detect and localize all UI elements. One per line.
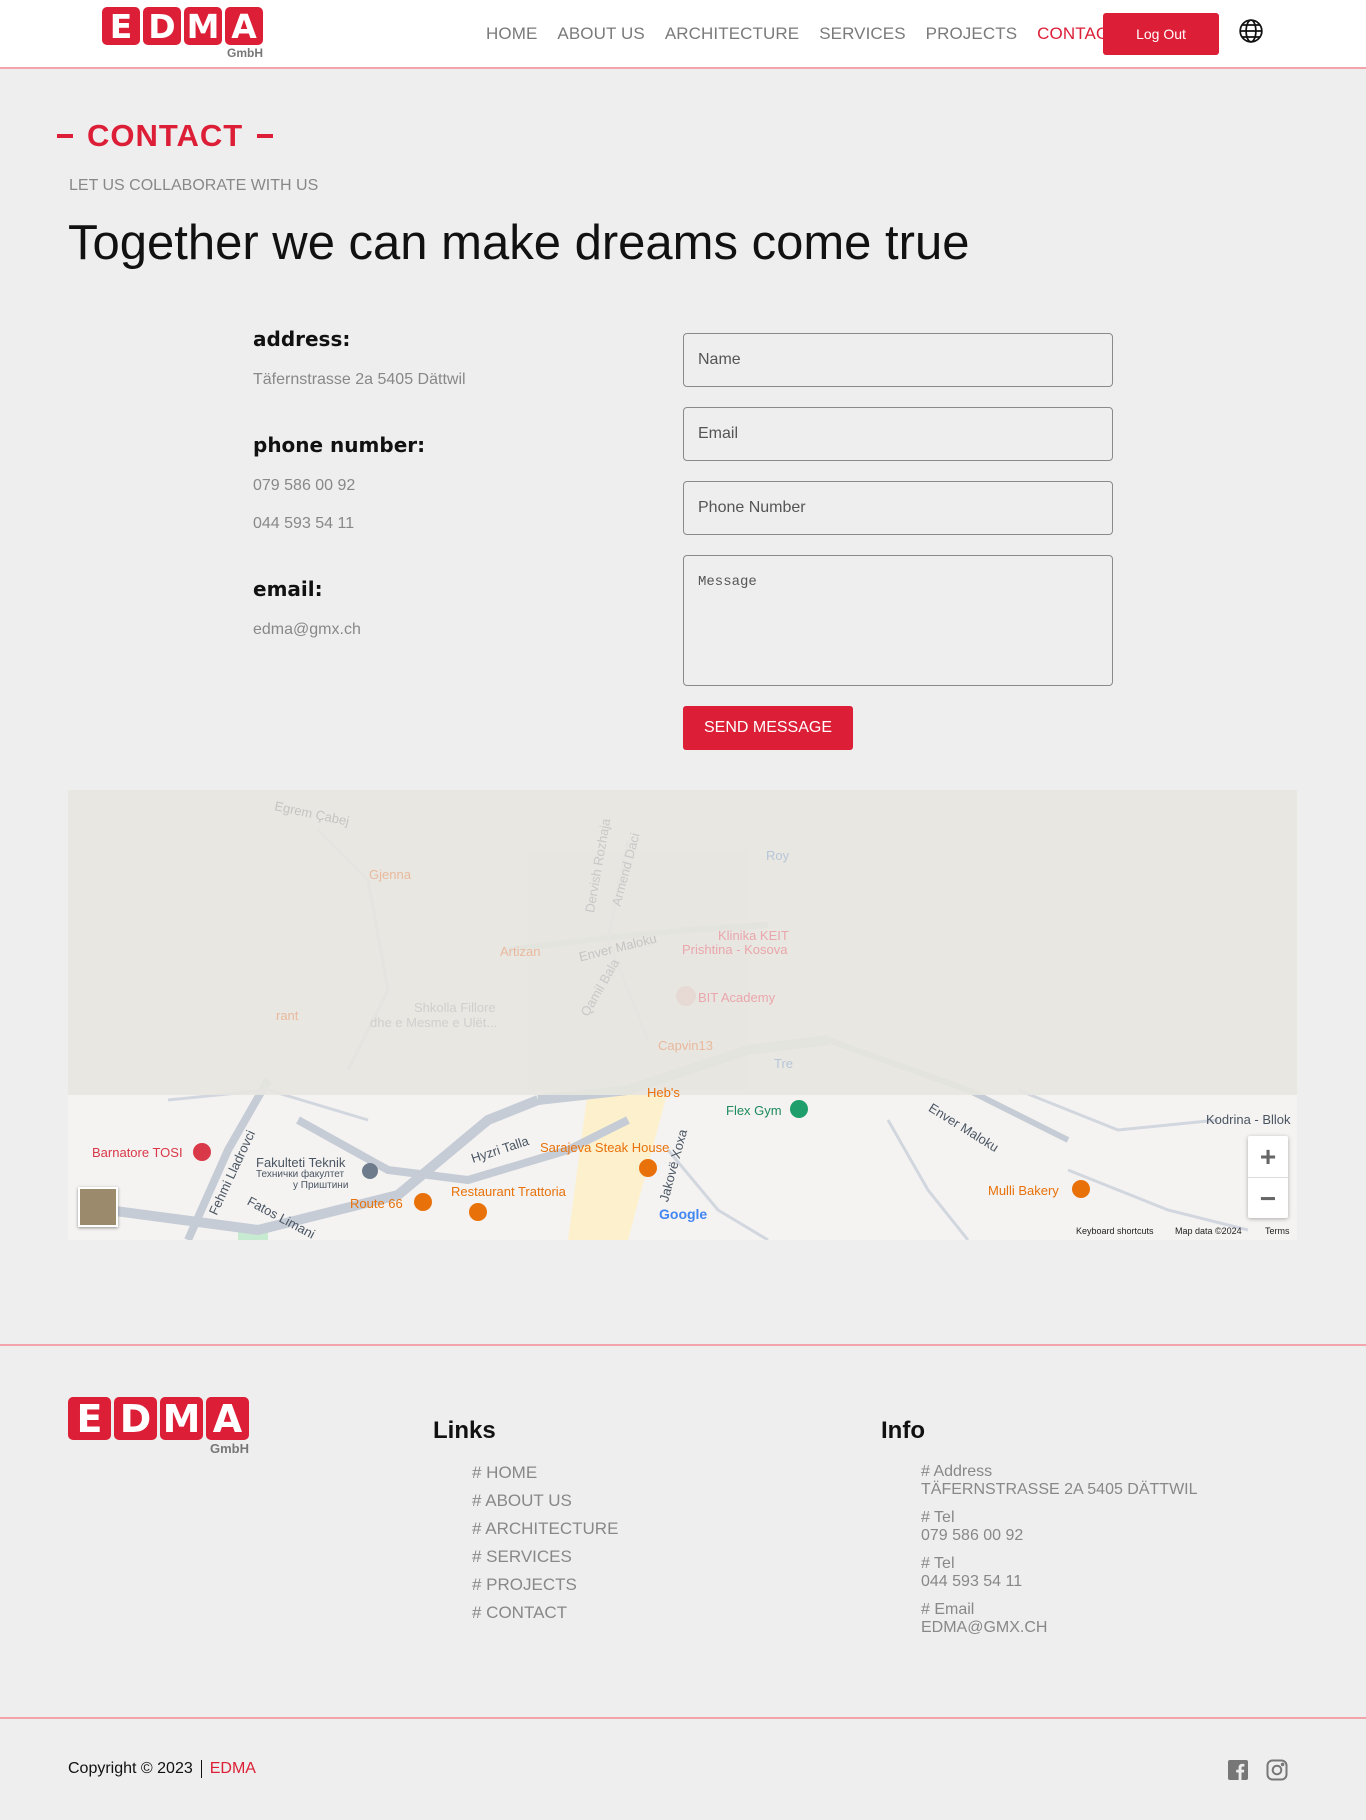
zoom-out-button[interactable]: − xyxy=(1248,1178,1288,1219)
phone-value-1: 079 586 00 92 xyxy=(253,477,356,494)
globe-icon[interactable] xyxy=(1238,18,1264,44)
address-value: Täfernstrasse 2a 5405 Dättwil xyxy=(253,371,466,388)
footer-logo[interactable]: E D M A GmbH xyxy=(68,1397,249,1456)
copyright: Copyright © 2023 EDMA xyxy=(68,1760,256,1778)
copyright-brand-link[interactable]: EDMA xyxy=(210,1760,256,1777)
map-label: Artizan xyxy=(500,944,541,959)
map-label: Roy xyxy=(766,848,790,863)
logo-letter: D xyxy=(143,7,181,46)
logo-letter: D xyxy=(114,1397,157,1441)
map-label: Klinika KEIT xyxy=(718,928,789,943)
map-label: Kodrina - Bllok xyxy=(1206,1112,1291,1127)
footer-link-contact[interactable]: # CONTACT xyxy=(472,1603,567,1623)
main-nav: HOME ABOUT US ARCHITECTURE SERVICES PROJ… xyxy=(486,24,1119,44)
map-embed[interactable]: Egrem Çabej Dervish Rozhaja Armend Daci … xyxy=(68,790,1297,1240)
map-label: BIT Academy xyxy=(698,990,776,1005)
section-tag: CONTACT xyxy=(57,118,274,154)
copyright-separator xyxy=(200,1760,202,1778)
instagram-icon[interactable] xyxy=(1265,1758,1289,1782)
nav-projects[interactable]: PROJECTS xyxy=(926,24,1017,44)
map-label: Sarajeva Steak House xyxy=(540,1140,670,1155)
map-label: Gjenna xyxy=(369,867,411,882)
map-label: Heb's xyxy=(647,1085,680,1100)
info-value: EDMA@GMX.CH xyxy=(921,1619,1048,1636)
site-header: E D M A GmbH HOME ABOUT US ARCHITECTURE … xyxy=(0,0,1366,69)
logo-letter: M xyxy=(160,1397,203,1441)
email-label: email: xyxy=(253,577,323,601)
nav-home[interactable]: HOME xyxy=(486,24,537,44)
nav-services[interactable]: SERVICES xyxy=(819,24,905,44)
map-label: Capvin13 xyxy=(658,1038,713,1053)
footer-links-heading: Links xyxy=(433,1417,496,1444)
name-input[interactable]: Name xyxy=(683,333,1113,387)
page-headline: Together we can make dreams come true xyxy=(68,216,970,270)
map-label: rant xyxy=(276,1008,299,1023)
email-input[interactable]: Email xyxy=(683,407,1113,461)
message-textarea[interactable]: Message xyxy=(683,555,1113,686)
zoom-in-button[interactable]: + xyxy=(1248,1136,1288,1177)
facebook-icon[interactable] xyxy=(1226,1758,1250,1782)
nav-architecture[interactable]: ARCHITECTURE xyxy=(665,24,799,44)
phone-label: phone number: xyxy=(253,433,426,457)
footer-link-home[interactable]: # HOME xyxy=(472,1463,537,1483)
footer-divider-top xyxy=(0,1344,1366,1346)
keyboard-shortcuts-link[interactable]: Keyboard shortcuts xyxy=(1076,1226,1154,1236)
footer-info-address: # Address TÄFERNSTRASSE 2A 5405 DÄTTWIL xyxy=(921,1463,1198,1499)
phone-input[interactable]: Phone Number xyxy=(683,481,1113,535)
map-label: Технички факултет xyxy=(256,1169,345,1180)
logo-subtitle: GmbH xyxy=(227,46,263,60)
footer-info-tel-2: # Tel 044 593 54 11 xyxy=(921,1555,1022,1591)
info-label: # Address xyxy=(921,1463,993,1480)
footer-info-email: # Email EDMA@GMX.CH xyxy=(921,1601,1047,1637)
info-label: # Email xyxy=(921,1601,975,1618)
tag-dash-left xyxy=(57,134,73,138)
send-message-button[interactable]: SEND MESSAGE xyxy=(683,706,853,750)
map-label: Fakulteti Teknik xyxy=(256,1155,346,1170)
google-logo: Google xyxy=(659,1206,708,1222)
copyright-text: Copyright © 2023 xyxy=(68,1760,193,1778)
logo-subtitle: GmbH xyxy=(210,1441,249,1456)
info-value: 079 586 00 92 xyxy=(921,1527,1024,1544)
map-label: Mulli Bakery xyxy=(988,1183,1059,1198)
logo-letter: E xyxy=(102,7,140,46)
section-subtitle: LET US COLLABORATE WITH US xyxy=(69,177,319,194)
satellite-toggle[interactable] xyxy=(78,1187,118,1227)
phone-value-2: 044 593 54 11 xyxy=(253,515,355,532)
email-value: edma@gmx.ch xyxy=(253,621,361,638)
nav-about-us[interactable]: ABOUT US xyxy=(557,24,644,44)
footer-info-heading: Info xyxy=(881,1417,925,1444)
logo-letter: E xyxy=(68,1397,111,1441)
footer-link-about-us[interactable]: # ABOUT US xyxy=(472,1491,572,1511)
info-label: # Tel xyxy=(921,1509,955,1526)
map-zoom-control: + − xyxy=(1248,1136,1288,1218)
map-label: Flex Gym xyxy=(726,1103,782,1118)
address-label: address: xyxy=(253,327,351,351)
footer-link-services[interactable]: # SERVICES xyxy=(472,1547,572,1567)
map-label: Barnatore TOSI xyxy=(92,1145,183,1160)
section-tag-label: CONTACT xyxy=(87,118,244,153)
footer-link-projects[interactable]: # PROJECTS xyxy=(472,1575,577,1595)
header-logo[interactable]: E D M A GmbH xyxy=(102,7,263,60)
footer-info-tel-1: # Tel 079 586 00 92 xyxy=(921,1509,1023,1545)
map-label: Restaurant Trattoria xyxy=(451,1184,566,1199)
logo-letter: M xyxy=(184,7,222,46)
info-label: # Tel xyxy=(921,1555,955,1572)
map-label: Shkolla Fillore xyxy=(414,1000,496,1015)
logo-letter: A xyxy=(225,7,263,46)
logout-button[interactable]: Log Out xyxy=(1103,13,1219,55)
logo-letter: A xyxy=(206,1397,249,1441)
map-label: Prishtina - Kosova xyxy=(682,942,788,957)
tag-dash-right xyxy=(257,134,274,138)
terms-link[interactable]: Terms xyxy=(1265,1226,1290,1236)
info-value: TÄFERNSTRASSE 2A 5405 DÄTTWIL xyxy=(921,1481,1198,1498)
info-value: 044 593 54 11 xyxy=(921,1573,1023,1590)
map-label: у Приштини xyxy=(293,1180,349,1191)
footer-divider-bottom xyxy=(0,1717,1366,1719)
map-label: Tre xyxy=(774,1056,794,1071)
map-data-attribution: Map data ©2024 xyxy=(1175,1226,1242,1236)
map-label: Route 66 xyxy=(350,1196,403,1211)
map-label: dhe e Mesme e Ulët... xyxy=(370,1015,498,1030)
footer-link-architecture[interactable]: # ARCHITECTURE xyxy=(472,1519,618,1539)
